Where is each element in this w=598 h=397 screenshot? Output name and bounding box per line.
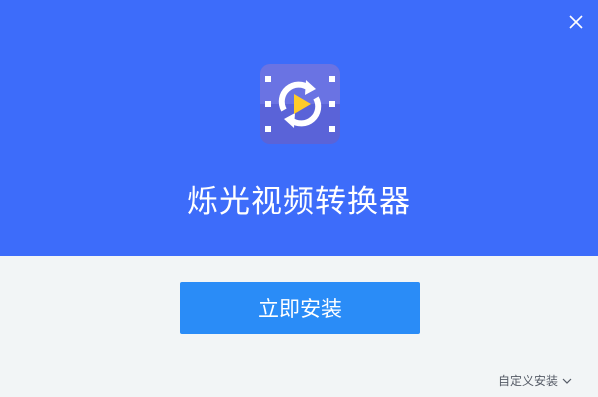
video-convert-play-icon <box>260 64 340 144</box>
custom-install-link[interactable]: 自定义安装 <box>498 372 572 389</box>
custom-install-label: 自定义安装 <box>497 374 558 388</box>
close-button[interactable] <box>566 12 586 32</box>
close-icon <box>569 15 583 29</box>
header-banner: 烁光视频转换器 <box>0 0 598 256</box>
chevron-down-icon <box>562 378 572 384</box>
install-now-button[interactable]: 立即安装 <box>180 282 420 334</box>
app-title: 烁光视频转换器 <box>187 184 411 220</box>
